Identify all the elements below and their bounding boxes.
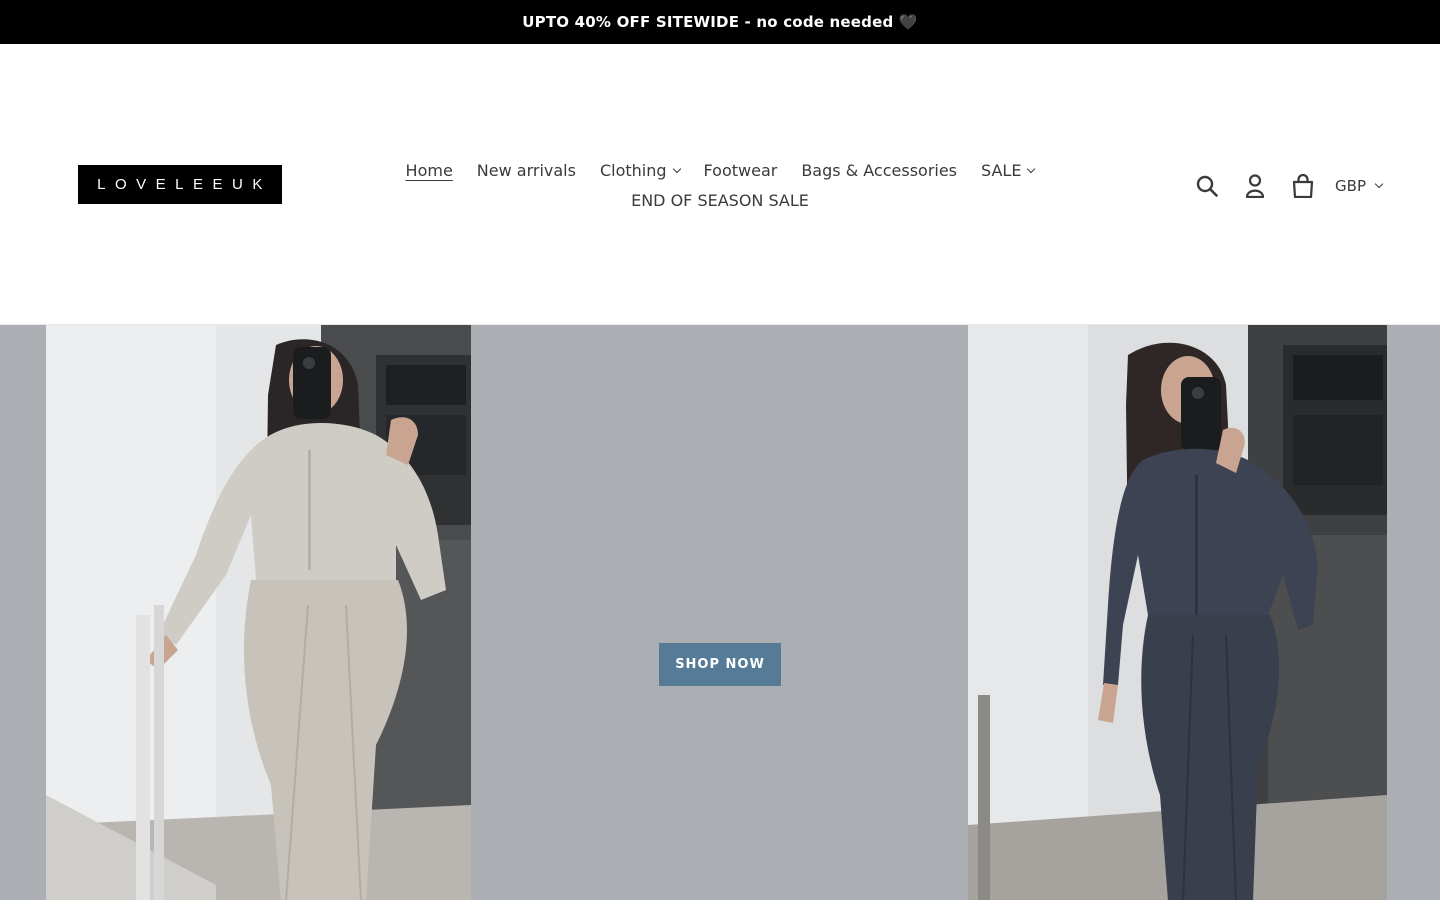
nav-row-secondary: END OF SEASON SALE [330, 186, 1110, 216]
currency-value: GBP [1335, 177, 1366, 195]
shop-now-button[interactable]: SHOP NOW [659, 643, 781, 686]
nav-item-label: Bags & Accessories [801, 161, 958, 180]
nav-item-sale[interactable]: SALE [969, 156, 1046, 186]
nav-item-label: SALE [981, 161, 1022, 180]
nav-item-footwear[interactable]: Footwear [692, 156, 790, 186]
header-icons: GBP [1183, 168, 1384, 204]
chevron-down-icon [672, 164, 681, 174]
nav-item-bags-accessories[interactable]: Bags & Accessories [789, 156, 969, 186]
chevron-down-icon [1027, 164, 1036, 174]
nav-row-primary: Home New arrivals Clothing Footwear Bags… [330, 156, 1110, 186]
nav-item-label: New arrivals [476, 161, 576, 180]
nav-item-new-arrivals[interactable]: New arrivals [465, 156, 588, 186]
account-icon [1245, 174, 1265, 198]
announcement-link[interactable]: UPTO 40% OFF SITEWIDE - no code needed 🖤 [522, 13, 917, 31]
chevron-down-icon [1374, 179, 1384, 189]
search-icon [1196, 175, 1218, 197]
nav-item-label: Home [405, 161, 453, 180]
nav-item-clothing[interactable]: Clothing [588, 156, 692, 186]
main-navigation: Home New arrivals Clothing Footwear Bags… [330, 156, 1110, 216]
account-button[interactable] [1231, 168, 1279, 204]
nav-item-home[interactable]: Home [394, 156, 465, 186]
navy-tracksuit-photo [968, 325, 1387, 900]
announcement-bar: UPTO 40% OFF SITEWIDE - no code needed 🖤 [0, 0, 1440, 44]
hero-banner: SHOP NOW [0, 325, 1440, 900]
beige-tracksuit-photo [46, 325, 471, 900]
nav-item-label: Clothing [599, 161, 667, 180]
site-logo[interactable]: LOVELEEUK [78, 165, 282, 204]
hero-image-right[interactable] [968, 325, 1387, 900]
search-button[interactable] [1183, 168, 1231, 204]
nav-item-end-of-season-sale[interactable]: END OF SEASON SALE [619, 186, 821, 216]
nav-item-label: Footwear [703, 161, 778, 180]
currency-selector[interactable]: GBP [1335, 177, 1384, 195]
nav-item-label: END OF SEASON SALE [631, 191, 809, 210]
hero-image-left[interactable] [46, 325, 471, 900]
cart-button[interactable] [1279, 168, 1327, 204]
site-header: LOVELEEUK Home New arrivals Clothing Foo… [0, 44, 1440, 325]
cart-icon [1292, 174, 1314, 198]
